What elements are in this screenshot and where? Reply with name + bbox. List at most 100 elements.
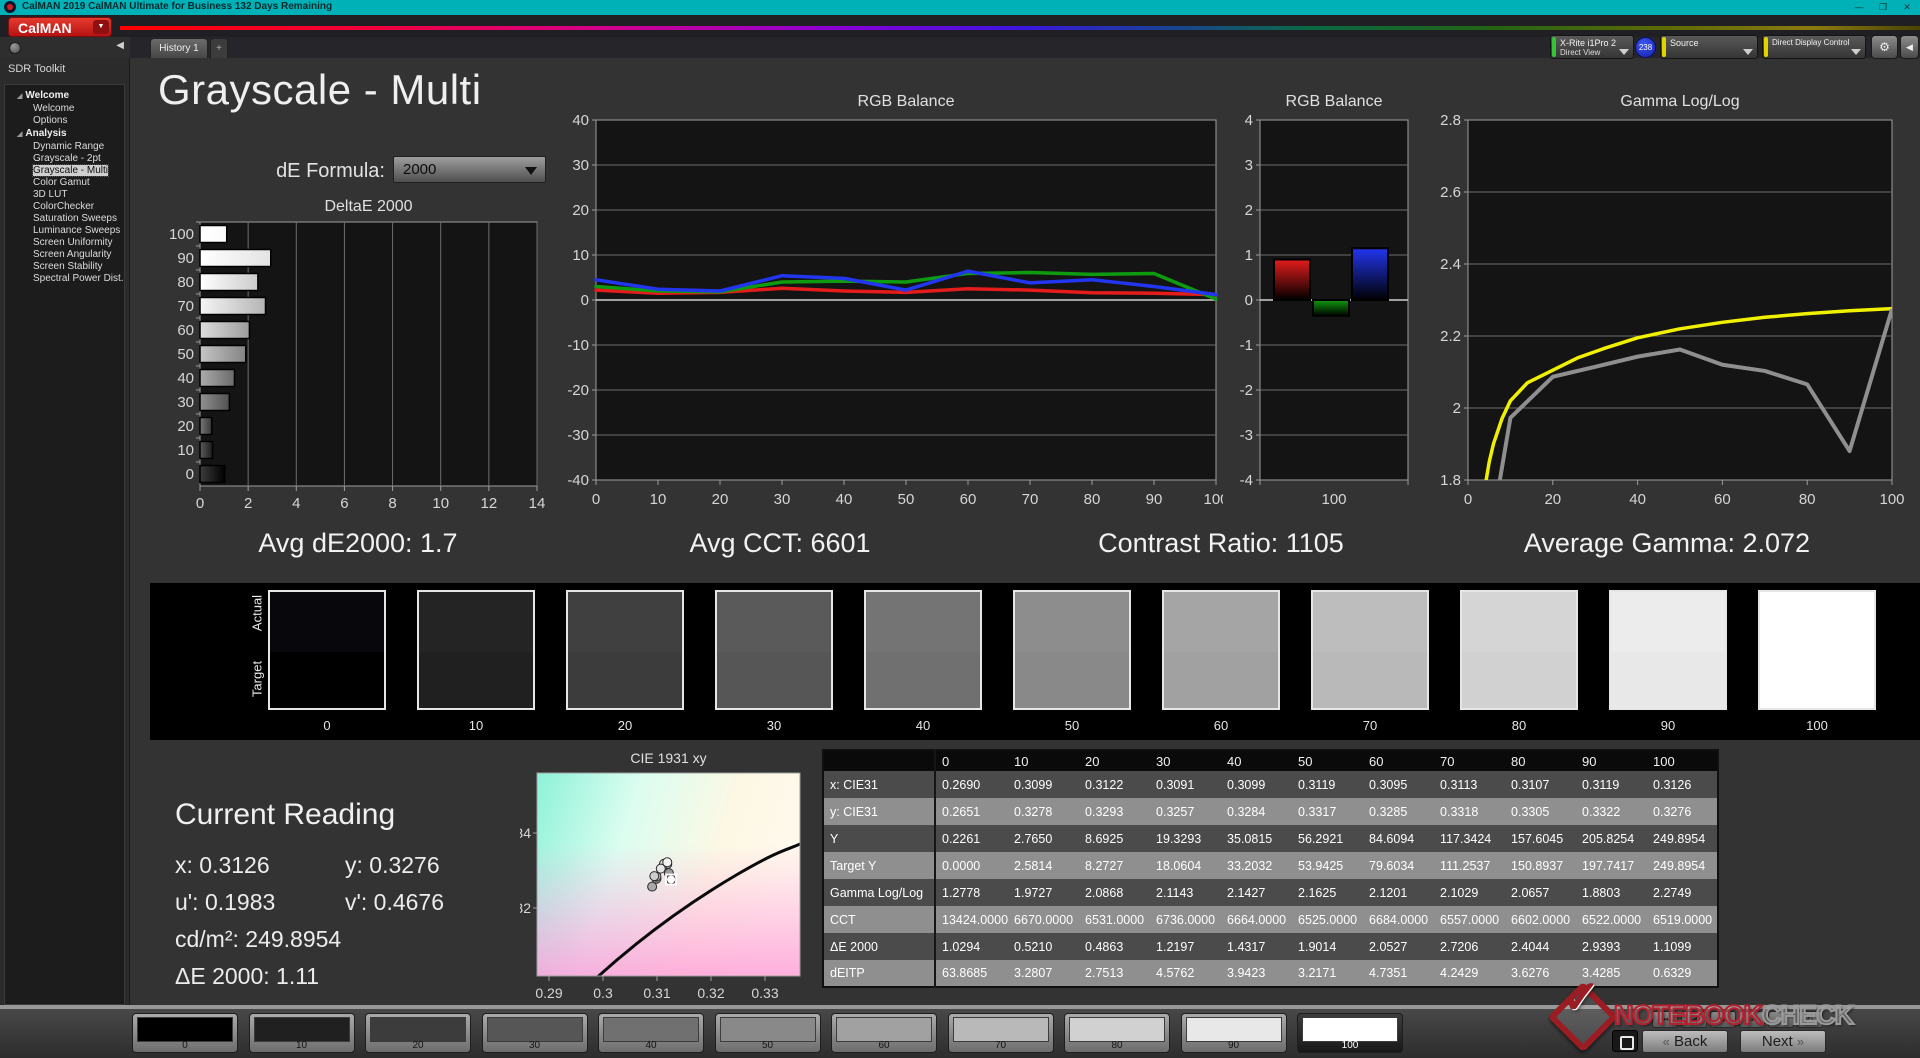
sidebar-item-spectral-power-dist[interactable]: Spectral Power Dist.: [5, 273, 124, 285]
table-cell: 2.0868: [1079, 879, 1150, 906]
sidebar-item-label: 3D LUT: [33, 189, 67, 200]
deltae-bar-60: [200, 322, 249, 339]
swatch-20: [566, 590, 684, 710]
table-cell: 197.7417: [1576, 852, 1647, 879]
swatch-actual: [1611, 592, 1725, 652]
sidebar-item-dynamic-range[interactable]: Dynamic Range: [5, 141, 124, 153]
sidebar-item-screen-angularity[interactable]: Screen Angularity: [5, 249, 124, 261]
patch-button-100[interactable]: 100: [1297, 1013, 1403, 1053]
record-dot-icon[interactable]: [9, 42, 21, 54]
de-formula-dropdown[interactable]: 2000: [393, 156, 546, 183]
os-titlebar: CalMAN 2019 CalMAN Ultimate for Business…: [0, 0, 1920, 15]
sidebar-item-screen-stability[interactable]: Screen Stability: [5, 261, 124, 273]
deltae-bar-100: [200, 226, 227, 243]
deltae-bar-90: [200, 250, 271, 267]
patch-button-40[interactable]: 40: [598, 1013, 704, 1053]
panel-collapse-button[interactable]: ◀: [1900, 35, 1919, 59]
row-label: y: CIE31: [823, 798, 935, 825]
sidebar-item-options[interactable]: Options: [5, 115, 124, 127]
patch-label: 100: [1298, 1040, 1402, 1051]
rainbow-divider: [120, 26, 1920, 30]
sidebar-collapse-icon[interactable]: ◀: [116, 40, 124, 51]
svg-text:-2: -2: [1240, 382, 1253, 399]
tab-history-1[interactable]: History 1: [150, 38, 208, 58]
table-cell: 3.2171: [1292, 960, 1363, 987]
swatch-target: [419, 652, 533, 708]
close-button[interactable]: ✕: [1896, 0, 1918, 14]
swatch-actual: [568, 592, 682, 652]
sidebar-item-colorchecker[interactable]: ColorChecker: [5, 201, 124, 213]
patch-button-70[interactable]: 70: [948, 1013, 1054, 1053]
sidebar-item-screen-uniformity[interactable]: Screen Uniformity: [5, 237, 124, 249]
de-formula-label: dE Formula:: [220, 160, 385, 183]
deltae-bar-80: [200, 274, 258, 291]
measurement-table: 0102030405060708090100x: CIE310.26900.30…: [822, 749, 1719, 988]
reading-luminance: cd/m²: 249.8954: [175, 926, 341, 953]
chart-title: Gamma Log/Log: [1468, 93, 1892, 111]
target-row-label: Target: [250, 661, 265, 697]
stat-avg-cct: Avg CCT: 6601: [570, 528, 990, 559]
table-cell: 0.3257: [1150, 798, 1221, 825]
svg-text:0.29: 0.29: [535, 985, 562, 1001]
minimize-button[interactable]: —: [1848, 0, 1870, 14]
reading-u-prime: u': 0.1983: [175, 889, 275, 916]
sidebar-item-saturation-sweeps[interactable]: Saturation Sweeps: [5, 213, 124, 225]
swatch-level-label: 40: [864, 718, 982, 733]
table-cell: 0.2261: [935, 825, 1008, 852]
meter-panel-dropdown[interactable]: X-Rite i1Pro 2 Direct View: [1550, 35, 1634, 59]
display-status-stripe: [1764, 37, 1768, 57]
sidebar-group-welcome[interactable]: ◢Welcome: [5, 89, 124, 103]
patch-button-90[interactable]: 90: [1181, 1013, 1287, 1053]
sidebar-item-3d-lut[interactable]: 3D LUT: [5, 189, 124, 201]
sidebar-item-color-gamut[interactable]: Color Gamut: [5, 177, 124, 189]
table-cell: 0.3293: [1079, 798, 1150, 825]
svg-text:0.33: 0.33: [751, 985, 778, 1001]
svg-text:30: 30: [177, 394, 194, 411]
swatch-actual: [1462, 592, 1576, 652]
swatch-target: [1462, 652, 1576, 708]
sidebar-item-welcome[interactable]: Welcome: [5, 103, 124, 115]
patch-button-20[interactable]: 20: [365, 1013, 471, 1053]
meter-status-stripe: [1552, 37, 1556, 57]
patch-button-0[interactable]: 0: [132, 1013, 238, 1053]
patch-button-60[interactable]: 60: [831, 1013, 937, 1053]
table-cell: 2.0527: [1363, 933, 1434, 960]
maximize-button[interactable]: ❐: [1872, 0, 1894, 14]
swatch-100: [1758, 590, 1876, 710]
sidebar-item-grayscale-multi[interactable]: Grayscale - Multi: [5, 165, 124, 177]
patch-color: [953, 1017, 1049, 1042]
sidebar: SDR Toolkit ◢WelcomeWelcomeOptions◢Analy…: [0, 58, 130, 1005]
patch-button-30[interactable]: 30: [482, 1013, 588, 1053]
patch-button-80[interactable]: 80: [1064, 1013, 1170, 1053]
patch-label: 50: [716, 1040, 820, 1051]
sidebar-group-analysis[interactable]: ◢Analysis: [5, 127, 124, 141]
settings-gear-button[interactable]: ⚙: [1871, 35, 1898, 59]
table-row-target-y: Target Y0.00002.58148.272718.060433.2032…: [823, 852, 1718, 879]
source-panel-dropdown[interactable]: Source: [1660, 35, 1758, 59]
row-label: Y: [823, 825, 935, 852]
source-label: Source: [1670, 38, 1699, 48]
meter-count-badge[interactable]: 238: [1635, 37, 1656, 58]
svg-text:0.32: 0.32: [520, 900, 531, 916]
add-tab-button[interactable]: +: [210, 38, 228, 58]
patch-button-50[interactable]: 50: [715, 1013, 821, 1053]
table-cell: 53.9425: [1292, 852, 1363, 879]
svg-text:30: 30: [774, 491, 791, 508]
table-cell: 0.3317: [1292, 798, 1363, 825]
table-cell: 0.3099: [1008, 771, 1079, 798]
patch-button-10[interactable]: 10: [249, 1013, 355, 1053]
table-cell: 2.4044: [1505, 933, 1576, 960]
sidebar-item-label: Options: [33, 115, 67, 126]
patch-color: [836, 1017, 932, 1042]
table-col-header: 0: [935, 750, 1008, 771]
sidebar-title: SDR Toolkit: [8, 63, 65, 75]
display-control-panel-dropdown[interactable]: Direct Display Control: [1762, 35, 1866, 59]
sidebar-item-label: Color Gamut: [33, 177, 90, 188]
svg-text:90: 90: [1146, 491, 1163, 508]
table-cell: 2.1029: [1434, 879, 1505, 906]
table-cell: 0.3122: [1079, 771, 1150, 798]
swatch-target: [1760, 652, 1874, 708]
sidebar-item-luminance-sweeps[interactable]: Luminance Sweeps: [5, 225, 124, 237]
calman-menu-button[interactable]: CalMAN ▼: [8, 17, 112, 37]
sidebar-item-grayscale-2pt[interactable]: Grayscale - 2pt: [5, 153, 124, 165]
